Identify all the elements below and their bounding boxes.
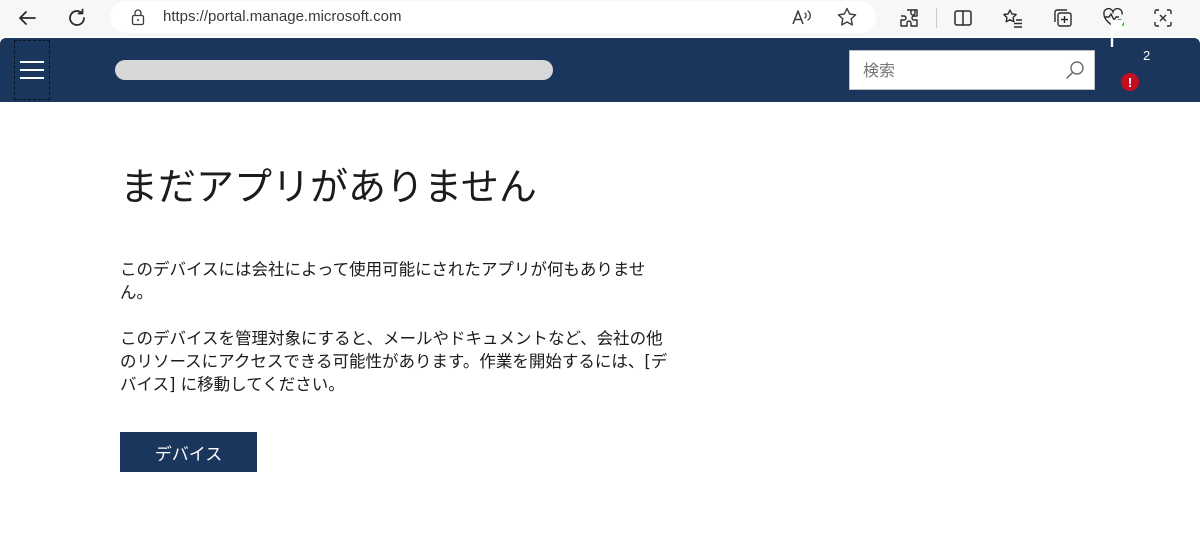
hamburger-line (20, 69, 44, 71)
hamburger-icon (20, 61, 44, 63)
notifications-button[interactable] (1108, 16, 1148, 56)
alert-badge: ! (1121, 73, 1139, 91)
no-apps-description: このデバイスには会社によって使用可能にされたアプリが何もありません。 (120, 260, 646, 302)
browser-toolbar: https://portal.manage.microsoft.com (0, 0, 1200, 36)
redacted-company-name (115, 60, 553, 80)
devices-button[interactable]: デバイス (120, 432, 257, 472)
url-text[interactable]: https://portal.manage.microsoft.com (163, 8, 401, 25)
address-bar[interactable]: https://portal.manage.microsoft.com (110, 1, 876, 33)
refresh-icon[interactable] (63, 4, 91, 32)
toolbar-divider (936, 8, 937, 28)
menu-button[interactable] (14, 40, 50, 100)
page-title: まだアプリがありません (120, 165, 537, 209)
extensions-icon[interactable] (895, 4, 923, 32)
search-input[interactable] (850, 51, 1060, 89)
search-field[interactable] (849, 50, 1095, 90)
star-icon[interactable] (835, 5, 859, 29)
hamburger-line (20, 77, 44, 79)
screenshot-icon[interactable] (1149, 4, 1177, 32)
read-aloud-icon[interactable] (790, 5, 814, 29)
collections-icon[interactable] (1049, 4, 1077, 32)
portal-header (0, 38, 1200, 102)
manage-device-description: このデバイスを管理対象にすると、メールやドキュメントなど、会社の他のリソースにア… (120, 329, 668, 394)
back-arrow-icon[interactable] (13, 4, 41, 32)
flag-icon (1110, 19, 1125, 47)
search-icon[interactable] (1064, 59, 1086, 85)
site-info-icon[interactable] (130, 8, 146, 30)
notification-count: 2 (1143, 48, 1151, 63)
favorites-list-icon[interactable] (999, 4, 1027, 32)
split-screen-icon[interactable] (949, 4, 977, 32)
